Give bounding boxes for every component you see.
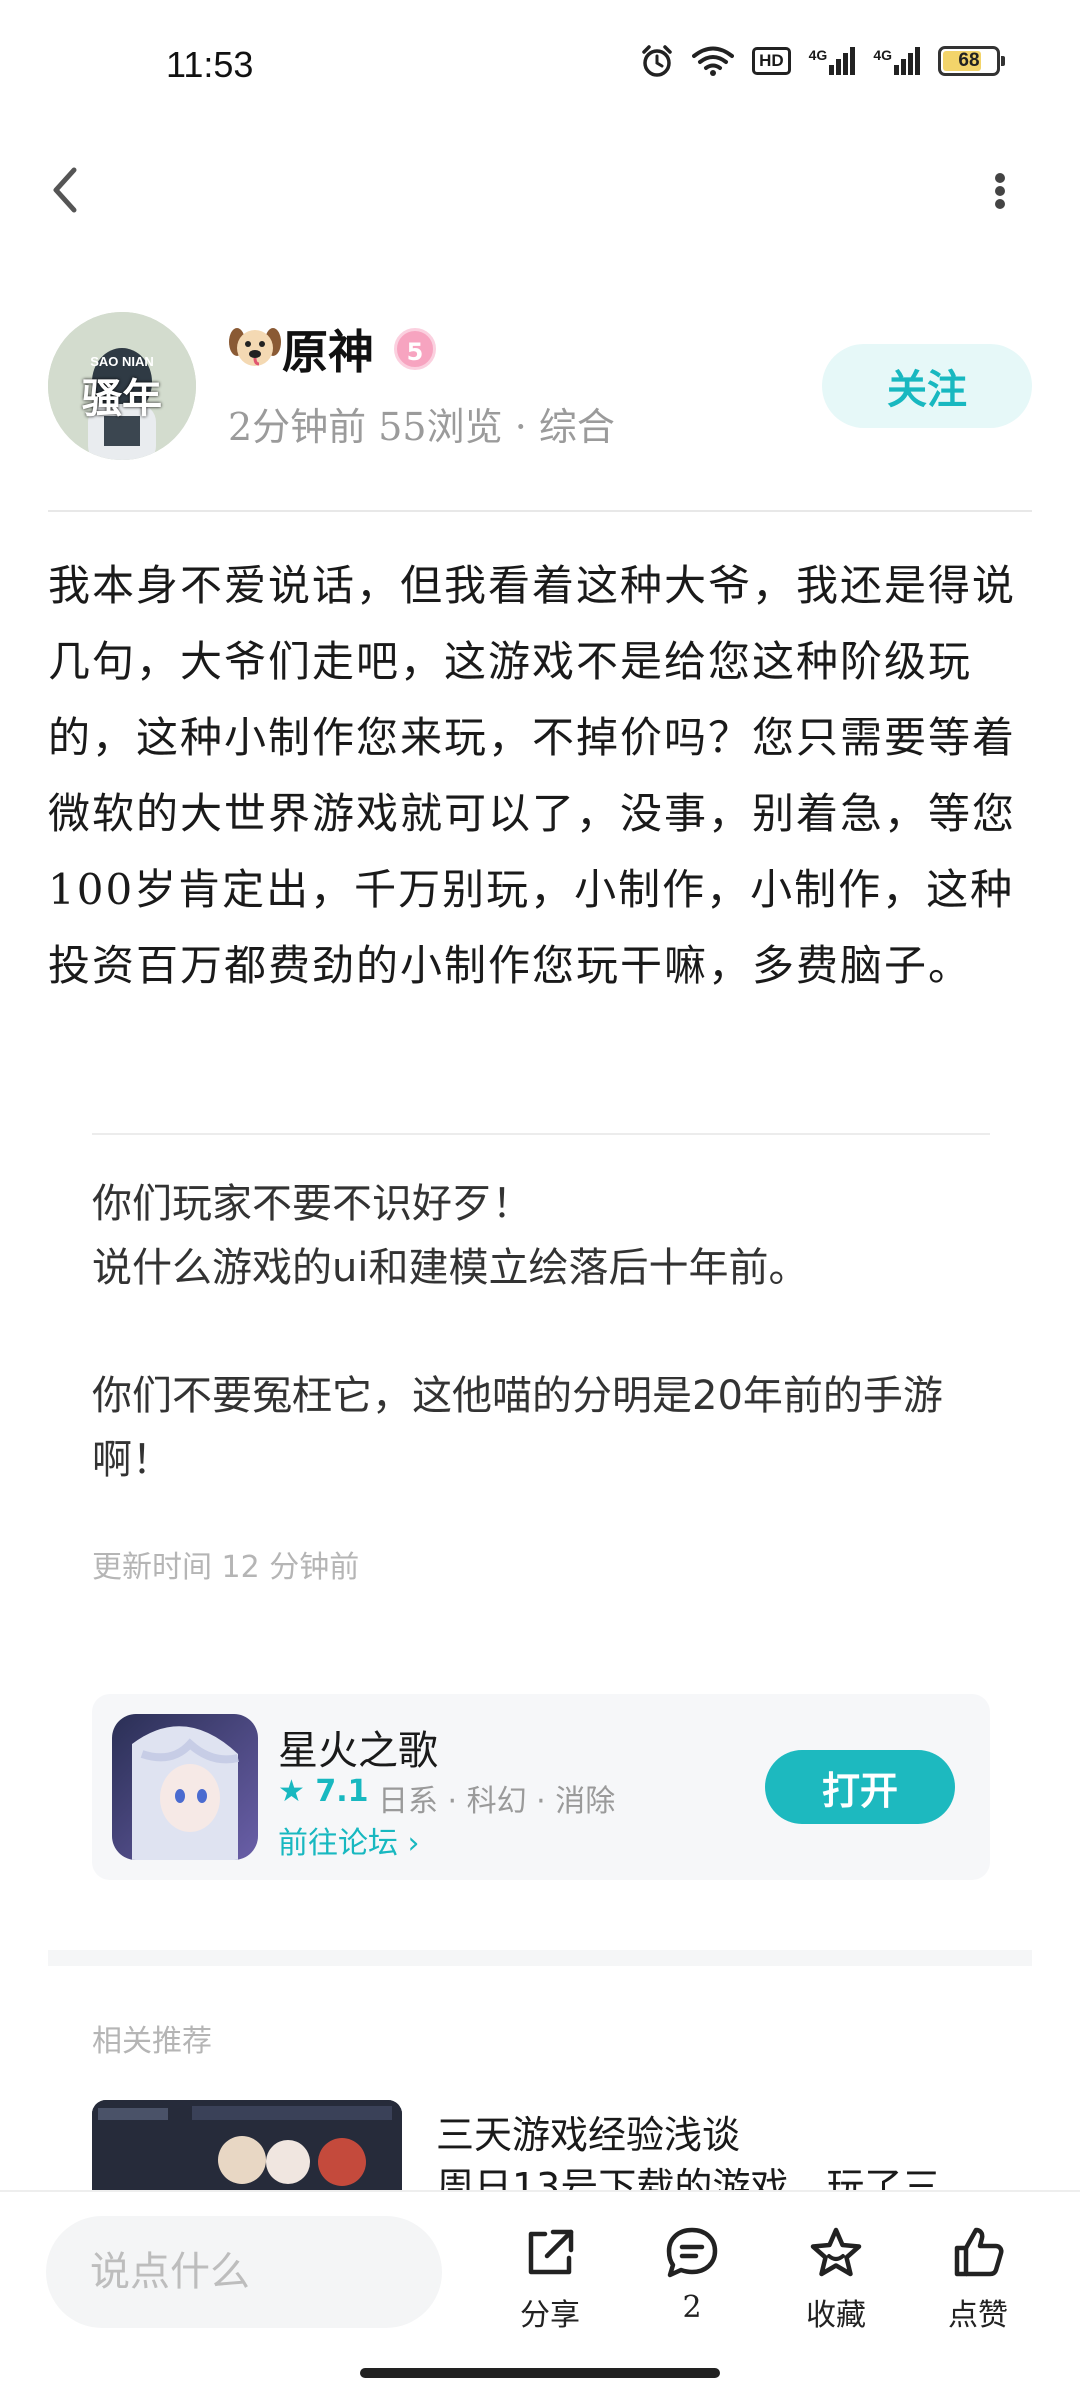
quoted-text: 你们玩家不要不识好歹！ 说什么游戏的ui和建模立绘落后十年前。 你们不要冤枉它，… xyxy=(92,1172,992,1492)
share-label: 分享 xyxy=(520,2298,580,2333)
back-button[interactable] xyxy=(40,160,90,220)
related-item-subtitle: 周日13号下载的游戏，玩了三 xyxy=(436,2165,941,2190)
thumbs-up-icon xyxy=(954,2227,1004,2277)
status-icons: HD 4G 4G 68 xyxy=(640,44,1005,78)
app-icon[interactable] xyxy=(112,1714,258,1860)
related-item-title[interactable]: 三天游戏经验浅谈 xyxy=(436,2104,740,2159)
app-name[interactable]: 星火之歌 xyxy=(278,1718,438,1776)
alarm-icon xyxy=(642,45,672,77)
network-label-1: 4G xyxy=(808,47,828,63)
like-label: 点赞 xyxy=(948,2298,1008,2333)
quote-line-2: 说什么游戏的ui和建模立绘落后十年前。 xyxy=(92,1245,809,1291)
quote-line-1: 你们玩家不要不识好歹！ xyxy=(92,1181,532,1227)
network-label-2: 4G xyxy=(873,47,892,63)
quote-line-3: 你们不要冤枉它，这他喵的分明是20年前的手游啊！ xyxy=(92,1373,943,1483)
star-outline-icon xyxy=(810,2227,862,2277)
more-vertical-icon xyxy=(995,173,1005,209)
share-button[interactable]: 分享 xyxy=(490,2222,610,2333)
comment-button[interactable]: 2 xyxy=(632,2222,752,2332)
post-meta: 2分钟前 55浏览 · 综合 xyxy=(228,405,615,449)
app-rating: ★ 7.1 xyxy=(278,1774,369,1809)
hd-icon: HD xyxy=(752,47,791,75)
level-badge: 5 xyxy=(394,328,436,370)
like-button[interactable]: 点赞 xyxy=(918,2222,1038,2333)
signal-4g-icon-2: 4G xyxy=(873,47,920,75)
chevron-left-icon xyxy=(53,167,77,213)
app-tags: 日系 · 科幻 · 消除 xyxy=(378,1784,616,1819)
favorite-button[interactable]: 收藏 xyxy=(776,2222,896,2333)
section-separator xyxy=(48,1950,1032,1966)
post-body: 我本身不爱说话，但我看着这种大爷，我还是得说几句，大爷们走吧，这游戏不是给您这种… xyxy=(48,561,1017,990)
battery-icon: 68 xyxy=(938,46,1005,76)
open-app-button[interactable]: 打开 xyxy=(765,1750,955,1824)
dog-emoji-icon xyxy=(228,322,282,370)
follow-button[interactable]: 关注 xyxy=(822,344,1032,428)
chevron-right-icon: › xyxy=(407,1826,420,1861)
comment-count: 2 xyxy=(682,2290,702,2325)
share-icon xyxy=(528,2229,574,2275)
forum-link-label: 前往论坛 xyxy=(278,1826,398,1861)
favorite-label: 收藏 xyxy=(806,2298,866,2333)
status-time: 11:53 xyxy=(166,44,254,85)
comment-input[interactable] xyxy=(46,2216,442,2328)
divider xyxy=(48,510,1032,512)
related-item-thumbnail[interactable] xyxy=(92,2100,402,2190)
star-icon: ★ xyxy=(278,1774,305,1809)
signal-4g-icon-1: 4G xyxy=(809,47,856,75)
battery-level: 68 xyxy=(958,50,980,71)
update-time: 更新时间 12 分钟前 xyxy=(92,1550,360,1585)
author-name[interactable]: 原神 xyxy=(282,316,374,382)
more-options-button[interactable] xyxy=(975,165,1025,225)
comment-icon xyxy=(666,2227,718,2278)
app-rating-value: 7.1 xyxy=(315,1774,369,1809)
home-indicator[interactable] xyxy=(360,2368,720,2378)
divider xyxy=(92,1133,990,1135)
wifi-icon xyxy=(692,46,735,76)
forum-link[interactable]: 前往论坛 › xyxy=(278,1818,420,1862)
related-section-title: 相关推荐 xyxy=(92,2024,212,2059)
avatar-text-main: 骚年 xyxy=(82,376,162,422)
author-avatar[interactable]: SAO NIAN 骚年 xyxy=(48,312,196,460)
